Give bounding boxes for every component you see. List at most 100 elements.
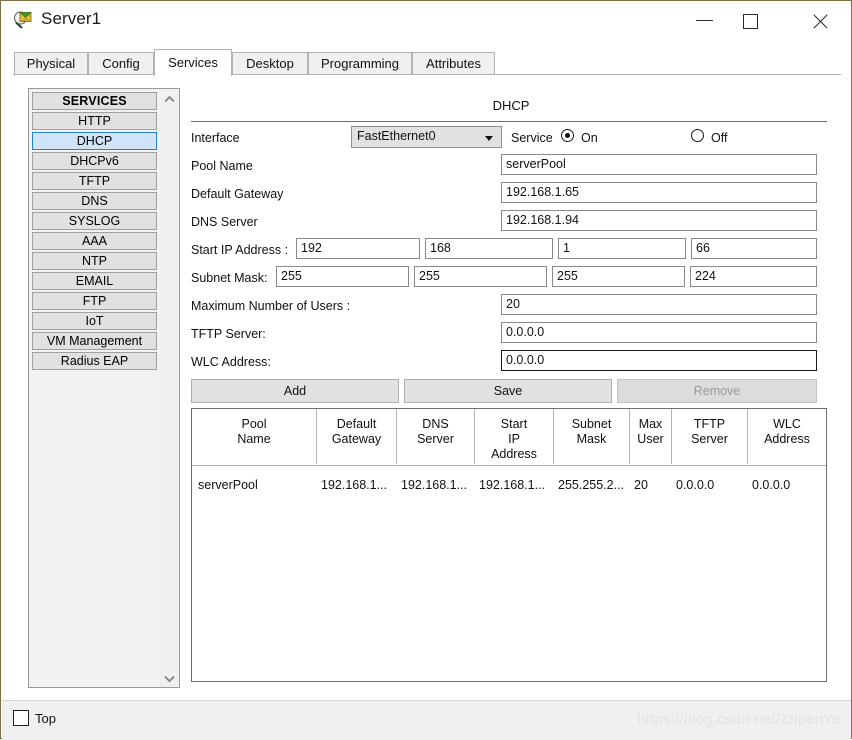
packet-tracer-server-icon xyxy=(13,10,33,30)
table-header-row: Pool Name Default Gateway DNS Server Start IP Ad… xyxy=(192,409,826,466)
tab-attributes[interactable]: Attributes xyxy=(412,52,495,76)
maximize-button[interactable] xyxy=(728,1,774,40)
scroll-up-button[interactable] xyxy=(160,89,179,107)
table-header-cell: Max User xyxy=(630,409,672,464)
table-cell-max-user: 20 xyxy=(634,478,648,492)
dns-server-label: DNS Server xyxy=(191,215,258,229)
dns-server-input[interactable]: 192.168.1.94 xyxy=(501,210,817,231)
panel-title: DHCP xyxy=(492,98,530,113)
interface-label: Interface xyxy=(191,131,240,145)
table-cell-wlc-address: 0.0.0.0 xyxy=(752,478,791,492)
subnet-mask-octet-1[interactable]: 255 xyxy=(276,266,409,287)
table-header-cell: Pool Name xyxy=(192,409,317,464)
service-on-label: On xyxy=(581,131,598,145)
table-header-cell: WLC Address xyxy=(764,417,810,446)
sidebar-item-iot[interactable]: IoT xyxy=(32,312,157,330)
tab-config[interactable]: Config xyxy=(88,52,154,76)
watermark-text: https://blog.csdn.net/ZripenYe xyxy=(637,711,841,728)
subnet-mask-octet-2[interactable]: 255 xyxy=(414,266,547,287)
tab-services[interactable]: Services xyxy=(154,49,232,76)
tab-physical[interactable]: Physical xyxy=(14,52,88,76)
panel-divider xyxy=(191,121,827,122)
server-properties-window: Server1 Physical Config Services Desktop Pro… xyxy=(0,0,852,740)
start-ip-label: Start IP Address : xyxy=(191,243,289,257)
scroll-down-button[interactable] xyxy=(160,669,179,687)
table-cell-tftp-server: 0.0.0.0 xyxy=(676,478,715,492)
close-icon xyxy=(811,13,829,31)
sidebar-item-dns[interactable]: DNS xyxy=(32,192,157,210)
start-ip-octet-4[interactable]: 66 xyxy=(691,238,817,259)
max-users-input[interactable]: 20 xyxy=(501,294,817,315)
sidebar-item-email[interactable]: EMAIL xyxy=(32,272,157,290)
close-button[interactable] xyxy=(799,1,845,40)
sidebar-item-syslog[interactable]: SYSLOG xyxy=(32,212,157,230)
table-header-cell: Start IP Address xyxy=(475,409,554,464)
pool-name-label: Pool Name xyxy=(191,159,253,173)
table-header-cell: Subnet Mask xyxy=(554,409,630,464)
maximize-icon xyxy=(743,14,758,29)
sidebar-item-services: SERVICES xyxy=(32,92,157,110)
default-gateway-input[interactable]: 192.168.1.65 xyxy=(501,182,817,203)
service-label: Service xyxy=(511,131,553,145)
table-body: serverPool 192.168.1... 192.168.1... 192.16… xyxy=(192,466,826,494)
sidebar-scrollbar[interactable] xyxy=(160,89,179,687)
wlc-address-label: WLC Address: xyxy=(191,355,271,369)
services-list: SERVICES HTTP DHCP DHCPv6 TFTP DNS SYSLOG AAA NT… xyxy=(29,89,161,687)
interface-dropdown[interactable]: FastEthernet0 xyxy=(351,126,502,148)
sidebar-item-vm-management[interactable]: VM Management xyxy=(32,332,157,350)
footer-bar: Top https://blog.csdn.net/ZripenYe xyxy=(2,700,851,740)
tab-programming[interactable]: Programming xyxy=(308,52,412,76)
content-area: SERVICES HTTP DHCP DHCPv6 TFTP DNS SYSLOG AAA NT… xyxy=(2,75,851,700)
subnet-mask-octet-3[interactable]: 255 xyxy=(552,266,685,287)
dhcp-panel: DHCP Interface FastEthernet0 Service On … xyxy=(191,88,831,688)
sidebar-item-tftp[interactable]: TFTP xyxy=(32,172,157,190)
table-cell-default-gateway: 192.168.1... xyxy=(321,478,388,492)
wlc-address-input[interactable]: 0.0.0.0 xyxy=(501,350,817,371)
minimize-icon xyxy=(696,20,713,21)
chevron-down-icon xyxy=(485,136,493,141)
interface-dropdown-value: FastEthernet0 xyxy=(357,129,436,143)
sidebar-item-http[interactable]: HTTP xyxy=(32,112,157,130)
chevron-down-icon xyxy=(165,675,173,683)
sidebar-item-dhcpv6[interactable]: DHCPv6 xyxy=(32,152,157,170)
top-checkbox-label: Top xyxy=(35,711,56,726)
start-ip-octet-1[interactable]: 192 xyxy=(296,238,420,259)
minimize-button[interactable] xyxy=(682,1,728,40)
tftp-server-label: TFTP Server: xyxy=(191,327,266,341)
table-cell-dns-server: 192.168.1... xyxy=(401,478,468,492)
sidebar-item-radius-eap[interactable]: Radius EAP xyxy=(32,352,157,370)
table-header-cell: DNS Server xyxy=(397,409,475,464)
tftp-server-input[interactable]: 0.0.0.0 xyxy=(501,322,817,343)
sidebar-item-ntp[interactable]: NTP xyxy=(32,252,157,270)
table-cell-pool-name: serverPool xyxy=(198,478,258,492)
tab-bar: Physical Config Services Desktop Programming… xyxy=(2,40,851,76)
default-gateway-label: Default Gateway xyxy=(191,187,284,201)
dhcp-pool-table: Pool Name Default Gateway DNS Server Start IP Ad… xyxy=(191,408,827,682)
tab-desktop[interactable]: Desktop xyxy=(232,52,308,76)
table-header-cell: Default Gateway xyxy=(317,409,397,464)
service-on-radio[interactable] xyxy=(561,129,574,142)
chevron-up-icon xyxy=(165,95,173,103)
title-bar: Server1 xyxy=(1,1,851,40)
add-button[interactable]: Add xyxy=(191,379,399,403)
sidebar-item-ftp[interactable]: FTP xyxy=(32,292,157,310)
subnet-mask-octet-4[interactable]: 224 xyxy=(690,266,817,287)
radio-selected-dot xyxy=(564,132,570,138)
table-cell-subnet-mask: 255.255.2... xyxy=(558,478,625,492)
service-off-label: Off xyxy=(711,131,728,145)
table-header-cell: TFTP Server xyxy=(672,409,748,464)
sidebar-item-dhcp[interactable]: DHCP xyxy=(32,132,157,150)
top-checkbox[interactable] xyxy=(13,710,29,726)
table-cell-start-ip: 192.168.1... xyxy=(479,478,546,492)
subnet-mask-label: Subnet Mask: xyxy=(191,271,268,285)
window-title: Server1 xyxy=(41,9,102,28)
table-row[interactable]: serverPool 192.168.1... 192.168.1... 192.16… xyxy=(192,466,826,494)
max-users-label: Maximum Number of Users : xyxy=(191,299,351,313)
save-button[interactable]: Save xyxy=(404,379,612,403)
start-ip-octet-3[interactable]: 1 xyxy=(558,238,686,259)
pool-name-input[interactable]: serverPool xyxy=(501,154,817,175)
start-ip-octet-2[interactable]: 168 xyxy=(425,238,553,259)
remove-button[interactable]: Remove xyxy=(617,379,817,403)
sidebar-item-aaa[interactable]: AAA xyxy=(32,232,157,250)
service-off-radio[interactable] xyxy=(691,129,704,142)
